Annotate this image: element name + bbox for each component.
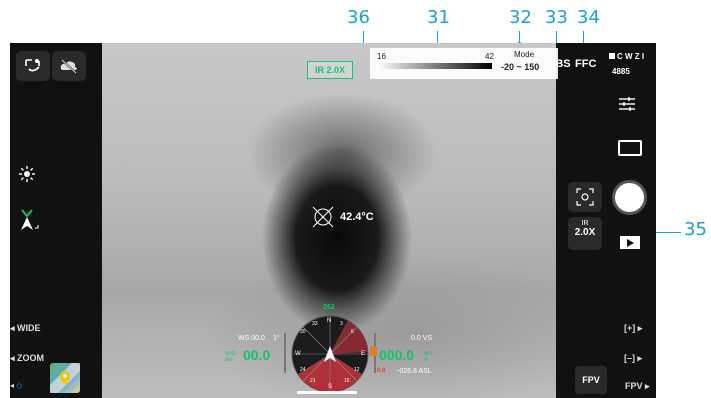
mini-map[interactable] <box>50 363 80 393</box>
brightness-button[interactable] <box>16 163 38 185</box>
wide-lens-label[interactable]: ◂ WIDE <box>10 323 41 334</box>
callout-35: 35 <box>684 219 707 240</box>
wide-text: WIDE <box>17 323 41 333</box>
palette-gradient <box>377 63 492 69</box>
asl-altitude: -026.8 ASL <box>397 368 432 375</box>
small-chevron-icon: ◂ ◇ <box>10 381 23 390</box>
vertical-speed: 0.0 VS <box>411 335 433 342</box>
heading: 262 <box>323 304 335 311</box>
settings-button[interactable] <box>618 96 636 112</box>
zoom-in-button[interactable]: [+] ▸ <box>624 323 642 334</box>
spot-temperature: 42.4°C <box>340 211 374 223</box>
navigation-arrow-icon <box>21 209 39 230</box>
sbs-button[interactable]: SBS <box>548 58 571 70</box>
callout-32: 32 <box>509 7 532 28</box>
sun-icon <box>19 166 35 182</box>
palette-bar[interactable]: 16 42 Mode -20 ~ 150 <box>370 48 558 79</box>
zoom-out-button[interactable]: [–] ▸ <box>624 353 642 364</box>
altitude-marker-top: 1.0 <box>378 334 385 340</box>
wind-speed: WS 00.0 <box>238 335 265 342</box>
callout-36: 36 <box>347 7 370 28</box>
playback-button[interactable] <box>620 236 640 249</box>
palette-min: 16 <box>377 52 386 61</box>
map-pin-icon <box>50 363 80 393</box>
callout-34: 34 <box>577 7 600 28</box>
crosshair-icon <box>312 206 334 228</box>
fpv-toggle[interactable]: FPV ▸ <box>625 381 650 392</box>
ir-zoom-value: 2.0X <box>574 227 596 238</box>
ir-zoom-button[interactable]: IR 2.0X <box>568 217 602 250</box>
target-lock-button[interactable] <box>568 182 602 212</box>
sd-card-icon <box>609 53 615 59</box>
sliders-icon <box>619 97 635 111</box>
wind-angle: 1° <box>273 335 280 342</box>
remaining-count: 4885 <box>612 67 630 76</box>
speed-unit-bottom: m/s <box>225 357 234 363</box>
fpv-button[interactable]: FPV <box>575 366 607 394</box>
cloud-off-icon <box>60 59 77 74</box>
speed-scale <box>284 333 286 373</box>
altitude: 000.0 <box>379 347 415 363</box>
gimbal-direction-button[interactable] <box>15 207 41 233</box>
drone-status-button[interactable] <box>16 51 50 81</box>
callout-33: 33 <box>545 7 568 28</box>
mode-label: Mode <box>514 50 535 59</box>
weather-button[interactable] <box>52 51 86 81</box>
temperature-range: -20 ~ 150 <box>501 62 540 72</box>
callout-31: 31 <box>427 7 450 28</box>
palette-max: 42 <box>485 52 494 61</box>
drone-path-icon <box>25 59 40 72</box>
zoom-text: ZOOM <box>17 353 45 363</box>
ir-label: IR <box>581 220 589 227</box>
horizontal-speed: 00.0 <box>243 347 271 363</box>
photo-mode-button[interactable] <box>618 140 642 156</box>
compass-attitude-indicator <box>291 315 369 393</box>
target-lock-icon <box>576 188 594 206</box>
ir-zoom-badge: IR 2.0X <box>307 61 353 79</box>
altitude-marker-bottom: 0.0 <box>377 368 386 374</box>
cwzi-label: C W Z I <box>609 52 644 61</box>
shutter-button[interactable] <box>612 180 647 215</box>
ffc-button[interactable]: FFC <box>575 58 596 70</box>
home-indicator[interactable] <box>297 391 357 394</box>
zoom-lens-label[interactable]: ◂ ZOOM <box>10 353 44 364</box>
alt-unit-bottom: m <box>424 357 429 363</box>
altitude-warning-icon <box>370 346 377 356</box>
